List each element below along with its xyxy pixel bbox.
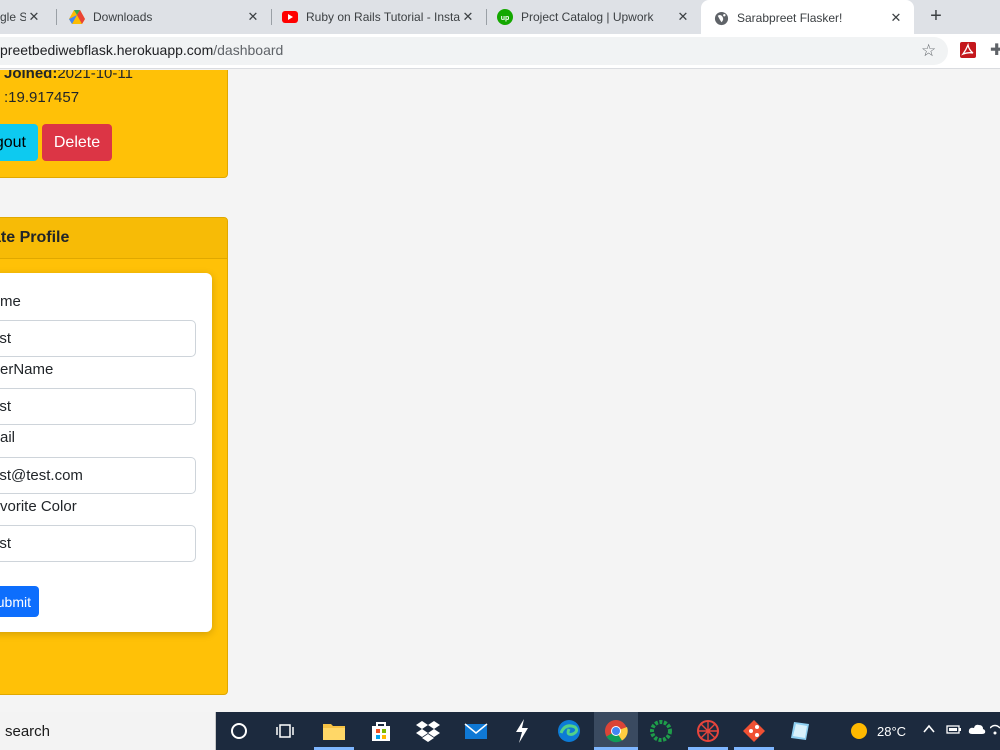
cortana-icon[interactable] — [225, 717, 253, 745]
task-view-icon[interactable] — [272, 717, 300, 745]
username-label: erName — [0, 361, 54, 378]
name-input[interactable]: est — [0, 320, 196, 357]
extensions-puzzle-icon[interactable]: ✚ — [990, 40, 1000, 60]
git-icon[interactable] — [740, 717, 768, 745]
favorite-color-input[interactable]: est — [0, 525, 196, 562]
email-input-value: est@test.com — [0, 467, 83, 484]
onedrive-cloud-icon[interactable] — [968, 722, 986, 739]
upwork-icon: up — [497, 9, 513, 25]
close-icon[interactable]: ✕ — [245, 9, 261, 25]
email-input[interactable]: est@test.com — [0, 457, 196, 494]
loading-ring-icon[interactable] — [647, 717, 675, 745]
network-web-icon[interactable] — [694, 717, 722, 745]
chevron-up-icon[interactable] — [922, 722, 936, 739]
tab-upwork[interactable]: up Project Catalog | Upwork ✕ — [487, 0, 701, 34]
close-icon[interactable]: ✕ — [888, 10, 904, 26]
notepad-icon[interactable] — [786, 717, 814, 745]
username-input[interactable]: est — [0, 388, 196, 425]
youtube-icon — [282, 9, 298, 25]
weather-sun-icon[interactable] — [845, 717, 873, 745]
edge-icon[interactable] — [555, 717, 583, 745]
svg-text:up: up — [501, 15, 510, 22]
time-value: :19.917457 — [4, 89, 80, 106]
logout-button[interactable]: gout — [0, 124, 38, 161]
tab-ruby-on-rails[interactable]: Ruby on Rails Tutorial - Insta ✕ — [272, 0, 486, 34]
pdf-extension-icon[interactable] — [960, 42, 976, 58]
url-text[interactable]: preetbediwebflask.herokuapp.com/dashboar… — [0, 42, 283, 58]
favorite-color-input-value: est — [0, 535, 12, 552]
taskbar-search-text: search — [5, 723, 51, 740]
username-input-value: est — [0, 398, 12, 415]
new-tab-button[interactable]: + — [924, 4, 948, 28]
wifi-icon[interactable] — [989, 722, 1000, 739]
dropbox-icon[interactable] — [414, 717, 442, 745]
mail-icon[interactable] — [462, 717, 490, 745]
url-path: /dashboard — [213, 42, 284, 58]
tab-title: gle Se — [0, 10, 26, 24]
bookmark-star-icon[interactable]: ☆ — [921, 41, 936, 61]
submit-button[interactable]: ubmit — [0, 586, 39, 617]
joined-label: Joined: — [4, 70, 58, 82]
email-label: ail — [0, 429, 16, 446]
tab-title: Downloads — [93, 10, 153, 24]
name-input-value: est — [0, 330, 12, 347]
winscp-icon[interactable] — [508, 717, 536, 745]
tab-strip: gle Se ✕ Downloads ✕ Ruby on Rails Tutor… — [0, 0, 1000, 36]
close-icon[interactable]: ✕ — [460, 9, 476, 25]
chrome-icon[interactable] — [602, 717, 630, 745]
url-host: preetbediwebflask.herokuapp.com — [0, 42, 214, 58]
close-icon[interactable]: ✕ — [675, 9, 691, 25]
name-label: me — [0, 293, 21, 310]
battery-icon[interactable] — [946, 722, 962, 739]
joined-line: Joined:2021-10-11 — [4, 70, 133, 82]
favorite-color-label: vorite Color — [0, 498, 77, 515]
tab-title: Ruby on Rails Tutorial - Insta — [306, 10, 460, 24]
microsoft-store-icon[interactable] — [367, 717, 395, 745]
delete-button[interactable]: Delete — [42, 124, 112, 161]
tab-sarabpreet-flasker[interactable]: Sarabpreet Flasker! ✕ — [701, 0, 914, 36]
close-icon[interactable]: ✕ — [26, 9, 42, 25]
dashboard-page: Joined:2021-10-11 :19.917457 gout Delete… — [0, 70, 1000, 712]
joined-value: 2021-10-11 — [57, 70, 133, 82]
tab-downloads[interactable]: Downloads ✕ — [57, 0, 271, 34]
tab-title: Project Catalog | Upwork — [521, 10, 654, 24]
update-profile-title: ate Profile — [0, 229, 70, 246]
google-drive-icon — [69, 9, 85, 25]
weather-temperature[interactable]: 28°C — [877, 724, 906, 739]
globe-icon — [713, 10, 729, 26]
tab-title: Sarabpreet Flasker! — [737, 11, 843, 25]
file-explorer-icon[interactable] — [320, 717, 348, 745]
tab-google[interactable]: gle Se ✕ — [0, 0, 52, 34]
